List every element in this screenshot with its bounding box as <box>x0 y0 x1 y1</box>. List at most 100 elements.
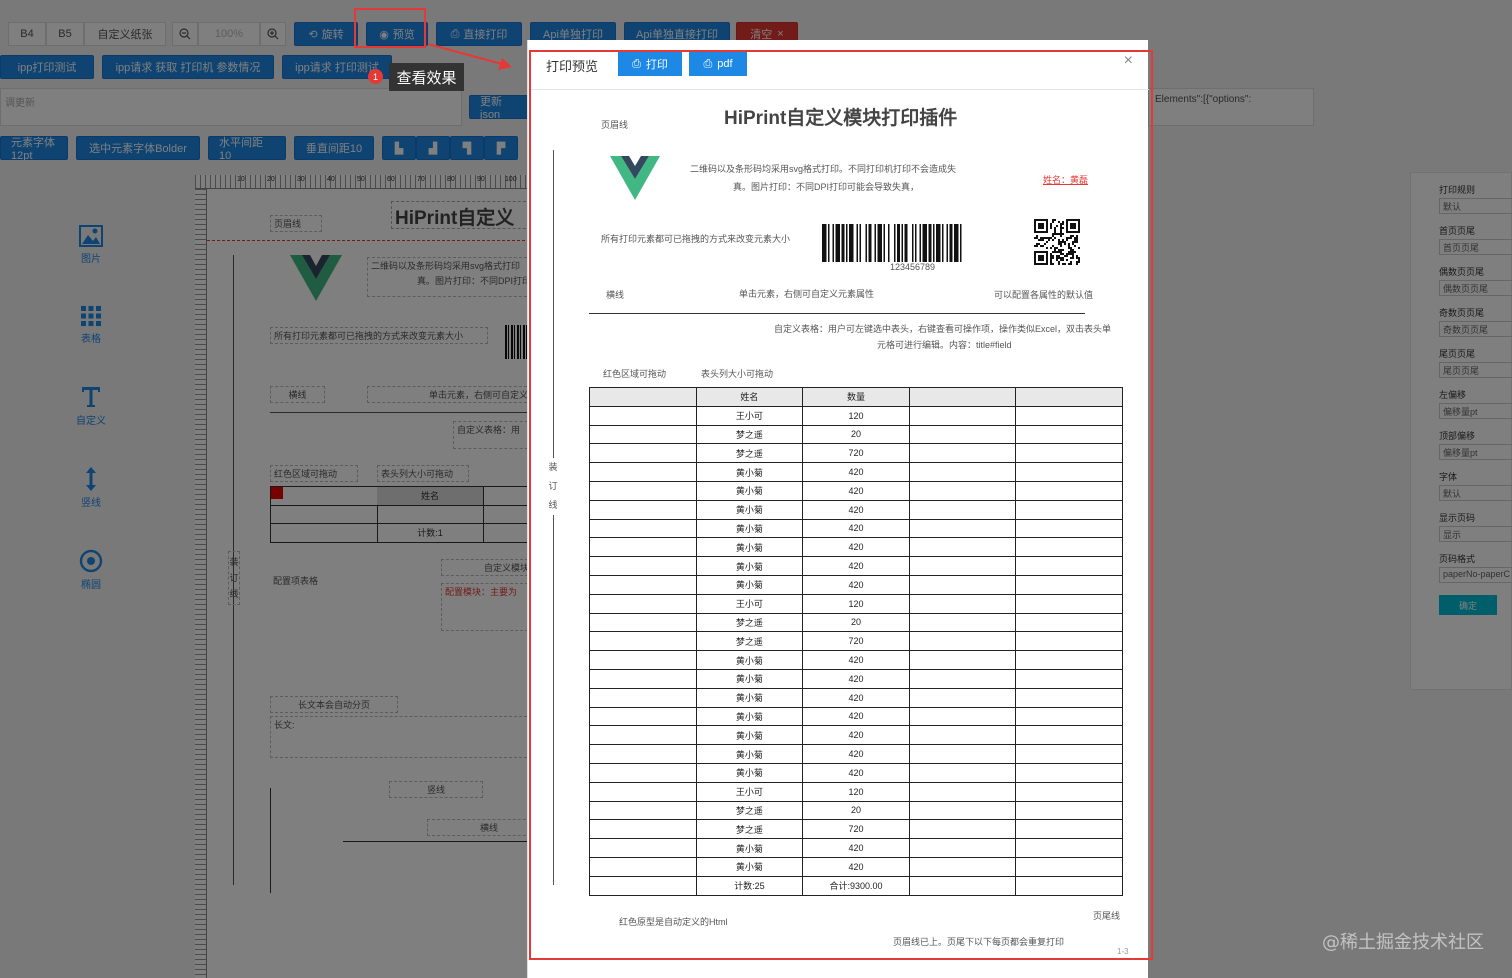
table-cell: 720 <box>802 631 910 652</box>
table-cell <box>1015 668 1123 689</box>
table-cell: 王小可 <box>695 593 804 614</box>
table-cell: 20 <box>802 424 910 445</box>
table-cell <box>908 424 1017 445</box>
table-cell <box>908 537 1017 558</box>
table-cell: 黄小菊 <box>695 650 804 670</box>
preview-sheet: 页眉线 HiPrint自定义模块打印插件 二维码以及条形码均采用svg格式打印。… <box>0 0 1512 978</box>
preview-header-line: 页眉线 <box>601 120 629 130</box>
table-row: 黄小菊 420 <box>589 762 1123 783</box>
preview-click-tip: 单击元素，右侧可自定义元素属性 <box>739 289 875 299</box>
table-cell <box>1015 574 1123 595</box>
table-cell <box>908 838 1017 858</box>
table-cell: 420 <box>802 518 910 539</box>
table-cell: 120 <box>802 593 910 614</box>
table-cell <box>908 650 1017 670</box>
table-cell: 420 <box>802 687 910 708</box>
table-cell <box>589 856 697 877</box>
table-cell <box>589 725 697 746</box>
table-cell <box>1015 650 1123 670</box>
table-header-cell <box>908 387 1017 407</box>
table-cell <box>1015 725 1123 746</box>
table-cell <box>908 574 1017 595</box>
table-cell <box>1015 462 1123 482</box>
table-cell: 120 <box>802 405 910 426</box>
table-cell: 黄小菊 <box>695 856 804 877</box>
table-cell: 420 <box>802 668 910 689</box>
table-cell <box>589 744 697 764</box>
table-cell <box>589 499 697 520</box>
table-cell: 420 <box>802 856 910 877</box>
table-cell: 420 <box>802 725 910 746</box>
preview-table-tip-line: 自定义表格：用户可左键选中表头，右键查看可操作项，操作类似Excel，双击表头单 <box>774 324 1112 334</box>
table-cell <box>1015 762 1123 783</box>
table-cell <box>1015 480 1123 501</box>
table-cell: 120 <box>802 781 910 802</box>
table-footer-cell <box>1015 875 1123 896</box>
table-cell <box>1015 687 1123 708</box>
table-cell <box>908 706 1017 727</box>
table-cell <box>908 593 1017 614</box>
table-cell <box>1015 556 1123 576</box>
table-cell: 梦之遥 <box>695 800 804 821</box>
table-body: 王小可 120 梦之遥 20 梦之遥 720 黄小菊 420 黄小菊 420 黄小菊 420 黄小菊 42… <box>589 405 1123 877</box>
table-cell: 黄小菊 <box>695 518 804 539</box>
preview-head-drag-label: 表头列大小可拖动 <box>701 369 774 379</box>
table-row: 梦之遥 720 <box>589 631 1123 652</box>
table-row: 黄小菊 420 <box>589 537 1123 558</box>
table-cell <box>908 856 1017 877</box>
table-row: 黄小菊 420 <box>589 687 1123 708</box>
table-cell <box>589 556 697 576</box>
preview-hline-label: 横线 <box>606 290 625 300</box>
table-cell: 720 <box>802 443 910 464</box>
table-row: 黄小菊 420 <box>589 462 1123 482</box>
table-cell: 黄小菊 <box>695 762 804 783</box>
barcode-value: 123456789 <box>890 262 936 272</box>
table-cell: 黄小菊 <box>695 499 804 520</box>
table-cell: 黄小菊 <box>695 744 804 764</box>
table-row: 黄小菊 420 <box>589 838 1123 858</box>
table-cell: 梦之遥 <box>695 443 804 464</box>
preview-html-tip: 红色原型是自动定义的Html <box>619 917 728 927</box>
table-row: 梦之遥 720 <box>589 443 1123 464</box>
table-cell <box>589 405 697 426</box>
table-cell: 420 <box>802 574 910 595</box>
table-cell: 420 <box>802 499 910 520</box>
preview-horizontal-line <box>589 313 1085 314</box>
table-row: 黄小菊 420 <box>589 668 1123 689</box>
table-cell <box>908 480 1017 501</box>
barcode-image <box>822 224 962 262</box>
table-cell <box>589 781 697 802</box>
table-cell <box>1015 838 1123 858</box>
table-cell: 黄小菊 <box>695 706 804 727</box>
watermark: @稀土掘金技术社区 <box>1322 932 1484 953</box>
table-footer-cell <box>589 875 697 896</box>
table-cell <box>1015 518 1123 539</box>
table-cell <box>1015 424 1123 445</box>
table-cell: 黄小菊 <box>695 556 804 576</box>
table-row: 黄小菊 420 <box>589 518 1123 539</box>
table-cell <box>589 838 697 858</box>
table-header-row: 姓名 数量 <box>589 387 1123 407</box>
preview-table-tip-line: 元格可进行编辑。内容：title#field <box>877 340 1012 350</box>
table-row: 梦之遥 20 <box>589 612 1123 633</box>
table-cell <box>589 462 697 482</box>
table-header-cell: 姓名 <box>695 387 804 407</box>
table-cell <box>589 574 697 595</box>
table-cell: 420 <box>802 706 910 727</box>
table-cell <box>908 668 1017 689</box>
table-cell: 420 <box>802 838 910 858</box>
table-row: 黄小菊 420 <box>589 499 1123 520</box>
table-cell <box>908 744 1017 764</box>
table-cell <box>908 762 1017 783</box>
table-cell <box>908 631 1017 652</box>
table-cell <box>1015 706 1123 727</box>
table-cell <box>908 443 1017 464</box>
preview-footer-line: 页尾线 <box>1093 911 1121 921</box>
table-cell <box>589 480 697 501</box>
table-footer-row: 计数:25 合计:9300.00 <box>589 875 1123 896</box>
table-cell: 720 <box>802 819 910 840</box>
table-cell: 420 <box>802 537 910 558</box>
table-cell <box>1015 537 1123 558</box>
table-cell <box>908 518 1017 539</box>
preview-desc-line: 二维码以及条形码均采用svg格式打印。不同打印机打印不会造成失 <box>690 164 957 174</box>
